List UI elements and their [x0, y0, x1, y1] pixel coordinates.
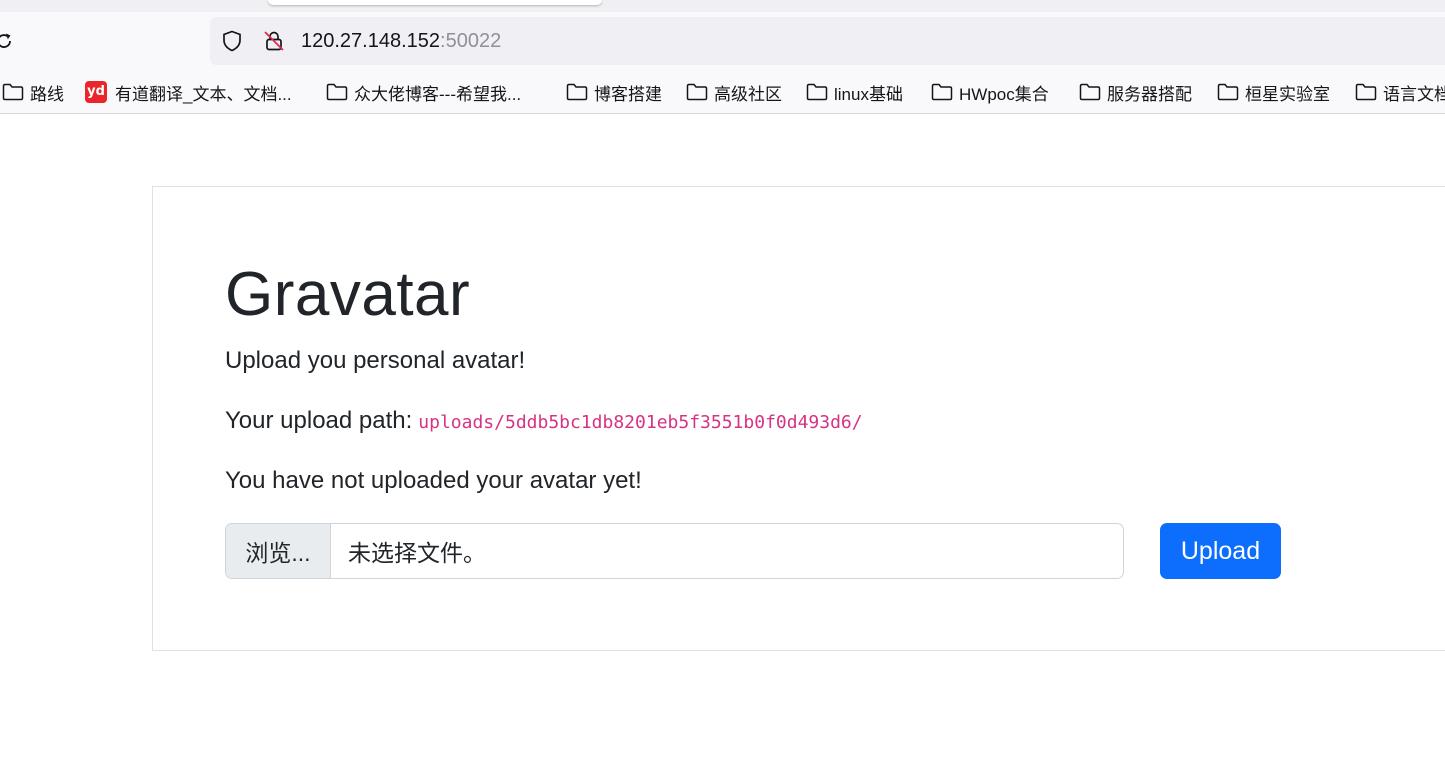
- active-tab[interactable]: [268, 0, 602, 5]
- bookmark-label: 服务器搭配: [1107, 84, 1192, 104]
- bookmark-label: 众大佬博客---希望我...: [354, 84, 522, 104]
- bookmark-folder-8[interactable]: 桓星实验室: [1217, 80, 1330, 104]
- folder-icon: [1217, 83, 1239, 101]
- bookmark-label: 高级社区: [714, 84, 782, 104]
- bookmark-folder-6[interactable]: HWpoc集合: [931, 80, 1049, 104]
- folder-icon: [326, 83, 348, 101]
- url-host: 120.27.148.152: [301, 30, 441, 52]
- bookmark-folder-9[interactable]: 语言文档: [1355, 80, 1445, 104]
- bookmarks-toolbar: 路线 yd 有道翻译_文本、文档... 众大佬博客---希望我... 博客搭建 …: [0, 72, 1445, 114]
- reload-icon[interactable]: [0, 31, 14, 51]
- bookmark-label: 有道翻译_文本、文档...: [115, 84, 292, 104]
- folder-icon: [1079, 83, 1101, 101]
- bookmark-folder-3[interactable]: 博客搭建: [566, 80, 662, 104]
- bookmark-label: 博客搭建: [594, 84, 662, 104]
- upload-path: Your upload path: uploads/5ddb5bc1db8201e…: [225, 406, 863, 438]
- browse-button[interactable]: 浏览...: [226, 524, 331, 578]
- tracking-protection-shield-icon[interactable]: [220, 29, 244, 53]
- insecure-lock-icon[interactable]: [262, 29, 286, 53]
- youdao-icon: yd: [85, 81, 107, 103]
- bookmark-label: 语言文档: [1383, 84, 1445, 104]
- page-subtitle: Upload you personal avatar!: [225, 347, 526, 374]
- page-title: Gravatar: [225, 260, 471, 329]
- bookmark-youdao[interactable]: yd 有道翻译_文本、文档...: [85, 80, 292, 104]
- file-input[interactable]: 浏览... 未选择文件。: [225, 523, 1124, 579]
- selected-file-name[interactable]: 未选择文件。: [331, 524, 1123, 578]
- folder-icon: [1355, 83, 1377, 101]
- bookmark-folder-2[interactable]: 众大佬博客---希望我...: [326, 80, 521, 104]
- folder-icon: [566, 83, 588, 101]
- url-port: :50022: [440, 30, 502, 52]
- bookmark-folder-0[interactable]: 路线: [2, 80, 64, 104]
- bookmark-label: 桓星实验室: [1245, 84, 1330, 104]
- folder-icon: [931, 83, 953, 101]
- bookmark-label: HWpoc集合: [959, 84, 1049, 104]
- folder-icon: [806, 83, 828, 101]
- bookmark-label: 路线: [30, 84, 64, 104]
- folder-icon: [2, 83, 24, 101]
- upload-path-label: Your upload path:: [225, 407, 413, 434]
- upload-button[interactable]: Upload: [1160, 523, 1281, 579]
- bookmark-label: linux基础: [834, 84, 903, 104]
- folder-icon: [686, 83, 708, 101]
- upload-status: You have not uploaded your avatar yet!: [225, 467, 642, 494]
- bookmark-folder-5[interactable]: linux基础: [806, 80, 903, 104]
- bookmark-folder-4[interactable]: 高级社区: [686, 80, 782, 104]
- upload-path-value: uploads/5ddb5bc1db8201eb5f3551b0f0d493d6…: [418, 412, 863, 433]
- bookmark-folder-7[interactable]: 服务器搭配: [1079, 80, 1192, 104]
- url-text[interactable]: 120.27.148.152:50022: [301, 29, 501, 53]
- tab-strip: [0, 0, 1445, 12]
